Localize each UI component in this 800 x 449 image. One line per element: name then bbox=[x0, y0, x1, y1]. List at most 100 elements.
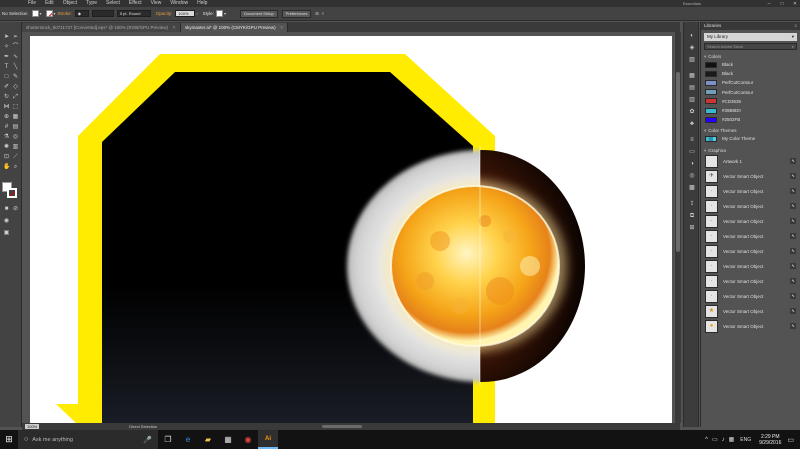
list-item[interactable]: · Vector Smart Object ⬉ bbox=[701, 244, 800, 259]
paintbrush-tool-icon[interactable]: ✎ bbox=[12, 74, 19, 81]
microphone-icon[interactable]: 🎤 bbox=[143, 436, 152, 444]
volume-icon[interactable]: ♪ bbox=[722, 437, 725, 443]
taskbar-search-box[interactable]: ○ Ask me anything 🎤 bbox=[18, 430, 158, 449]
menu-edit[interactable]: Edit bbox=[45, 0, 54, 7]
blend-tool-icon[interactable]: ◎ bbox=[12, 134, 19, 141]
link-badge-icon[interactable]: ⬉ bbox=[790, 187, 796, 194]
symbol-sprayer-tool-icon[interactable]: ✺ bbox=[3, 144, 10, 151]
action-center-icon[interactable]: ▭ bbox=[787, 436, 794, 444]
start-button[interactable]: ⊞ bbox=[0, 430, 18, 449]
menu-effect[interactable]: Effect bbox=[129, 0, 142, 7]
curvature-tool-icon[interactable]: ∿ bbox=[12, 54, 19, 61]
draw-mode-icon[interactable]: ◉ bbox=[3, 218, 10, 225]
menu-view[interactable]: View bbox=[151, 0, 162, 7]
link-badge-icon[interactable]: ⬉ bbox=[790, 292, 796, 299]
gradient-icon[interactable]: ▭ bbox=[688, 148, 696, 156]
color-guide-icon[interactable]: ▤ bbox=[688, 84, 696, 92]
list-item[interactable]: · Vector Smart Object ⬉ bbox=[701, 289, 800, 304]
chevron-right-icon[interactable]: › bbox=[196, 11, 197, 16]
show-hidden-icons-icon[interactable]: ^ bbox=[705, 437, 708, 443]
menu-window[interactable]: Window bbox=[170, 0, 188, 7]
free-transform-tool-icon[interactable]: ⬚ bbox=[12, 104, 19, 111]
list-item[interactable]: PerfCutContour bbox=[701, 88, 800, 97]
colors-section-header[interactable]: ▾ Colors bbox=[701, 53, 800, 60]
cc-libraries-icon[interactable]: ▧ bbox=[688, 56, 696, 64]
shape-builder-tool-icon[interactable]: ⊕ bbox=[3, 114, 10, 121]
stroke-weight-field[interactable]: ◆ bbox=[74, 10, 89, 17]
list-item[interactable]: #2502FB bbox=[701, 115, 800, 124]
list-item[interactable]: My Color Theme bbox=[701, 134, 800, 143]
document-setup-button[interactable]: Document Setup bbox=[239, 9, 278, 18]
minimize-button[interactable]: – bbox=[764, 1, 774, 7]
scroll-thumb[interactable] bbox=[676, 72, 680, 252]
list-item[interactable]: #39B8D0 bbox=[701, 106, 800, 115]
chevron-down-icon[interactable]: ▾ bbox=[54, 11, 56, 16]
clock[interactable]: 2:29 PM 9/29/2016 bbox=[759, 434, 781, 446]
artboard-tool-icon[interactable]: ⊡ bbox=[3, 154, 10, 161]
stroke-label[interactable]: Stroke: bbox=[58, 11, 72, 16]
list-item[interactable]: Black bbox=[701, 60, 800, 69]
store-icon[interactable]: ▦ bbox=[218, 430, 238, 449]
rectangle-tool-icon[interactable]: □ bbox=[3, 74, 10, 81]
fill-stroke-widget[interactable] bbox=[2, 182, 18, 200]
network-icon[interactable]: ▦ bbox=[729, 436, 735, 443]
link-badge-icon[interactable]: ⬉ bbox=[790, 232, 796, 239]
link-badge-icon[interactable]: ⬉ bbox=[790, 247, 796, 254]
close-button[interactable]: ✕ bbox=[790, 1, 800, 7]
library-dropdown[interactable]: My Library ▾ bbox=[704, 33, 797, 41]
current-tool-status[interactable]: Direct Selection bbox=[129, 424, 157, 429]
line-tool-icon[interactable]: ╲ bbox=[12, 64, 19, 71]
document-canvas[interactable] bbox=[22, 32, 680, 423]
none-mode-icon[interactable]: ⊘ bbox=[12, 206, 19, 213]
opacity-label[interactable]: Opacity: bbox=[156, 11, 173, 16]
edge-icon[interactable]: e bbox=[178, 430, 198, 449]
list-item[interactable]: ★ Vector Smart Object ⬉ bbox=[701, 304, 800, 319]
variable-width-profile[interactable] bbox=[91, 10, 114, 17]
transparency-icon[interactable]: ◑ bbox=[688, 160, 696, 168]
artboard[interactable] bbox=[30, 36, 672, 423]
workspace-switcher[interactable]: Essentials bbox=[683, 1, 701, 6]
perspective-grid-tool-icon[interactable]: ▦ bbox=[12, 114, 19, 121]
preferences-button[interactable]: Preferences bbox=[281, 9, 312, 18]
library-search-input[interactable]: Search Adobe Stock ⌕ bbox=[704, 43, 797, 50]
appearance-icon[interactable]: ◎ bbox=[688, 172, 696, 180]
chrome-icon[interactable]: ◉ bbox=[238, 430, 258, 449]
slice-tool-icon[interactable]: ⟋ bbox=[12, 154, 19, 161]
rotate-tool-icon[interactable]: ↻ bbox=[3, 94, 10, 101]
opacity-field[interactable]: 100% bbox=[175, 10, 196, 17]
libraries-panel-title[interactable]: Libraries bbox=[704, 23, 721, 28]
menu-help[interactable]: Help bbox=[197, 0, 207, 7]
list-item[interactable]: · Vector Smart Object ⬉ bbox=[701, 274, 800, 289]
selection-tool-icon[interactable]: ➤ bbox=[3, 34, 10, 41]
link-badge-icon[interactable]: ⬉ bbox=[790, 307, 796, 314]
color-themes-section-header[interactable]: ▾ Color Themes bbox=[701, 127, 800, 134]
illustrator-icon[interactable]: Ai bbox=[258, 430, 278, 449]
direct-selection-tool-icon[interactable]: ➢ bbox=[12, 34, 19, 41]
pen-tool-icon[interactable]: ✒ bbox=[3, 54, 10, 61]
stroke-color-icon[interactable] bbox=[7, 188, 17, 198]
link-badge-icon[interactable]: ⬉ bbox=[790, 322, 796, 329]
list-item[interactable]: · Vector Smart Object ⬉ bbox=[701, 184, 800, 199]
zoom-level-field[interactable]: 100% bbox=[25, 424, 40, 429]
link-badge-icon[interactable]: ⬉ bbox=[790, 217, 796, 224]
stroke-icon[interactable]: ≡ bbox=[688, 136, 696, 144]
screen-mode-icon[interactable]: ▣ bbox=[3, 230, 10, 237]
link-badge-icon[interactable]: ⬉ bbox=[790, 262, 796, 269]
color-mode-icon[interactable]: ■ bbox=[3, 206, 10, 213]
width-tool-icon[interactable]: ⋈ bbox=[3, 104, 10, 111]
asset-export-icon[interactable]: ⊞ bbox=[688, 224, 696, 232]
menu-object[interactable]: Object bbox=[63, 0, 77, 7]
panel-menu-icon[interactable]: ≡ bbox=[794, 22, 797, 30]
language-indicator[interactable]: ENG bbox=[740, 437, 751, 443]
zoom-tool-icon[interactable]: ⌕ bbox=[12, 164, 19, 171]
properties-icon[interactable]: ◐ bbox=[688, 32, 696, 40]
menu-select[interactable]: Select bbox=[106, 0, 120, 7]
graph-tool-icon[interactable]: ▥ bbox=[12, 144, 19, 151]
eraser-tool-icon[interactable]: ◇ bbox=[12, 84, 19, 91]
eyedropper-tool-icon[interactable]: ⚗ bbox=[3, 134, 10, 141]
list-item[interactable]: · Vector Smart Object ⬉ bbox=[701, 199, 800, 214]
tab-shutterstock[interactable]: shutterstock_80711737 [Converted].eps* @… bbox=[22, 23, 181, 32]
tab-skymaster[interactable]: skymaster.ai* @ 100% (CMYK/GPU Preview) … bbox=[180, 23, 289, 32]
link-badge-icon[interactable]: ⬉ bbox=[790, 157, 796, 164]
list-item[interactable]: #CD3535 bbox=[701, 97, 800, 106]
